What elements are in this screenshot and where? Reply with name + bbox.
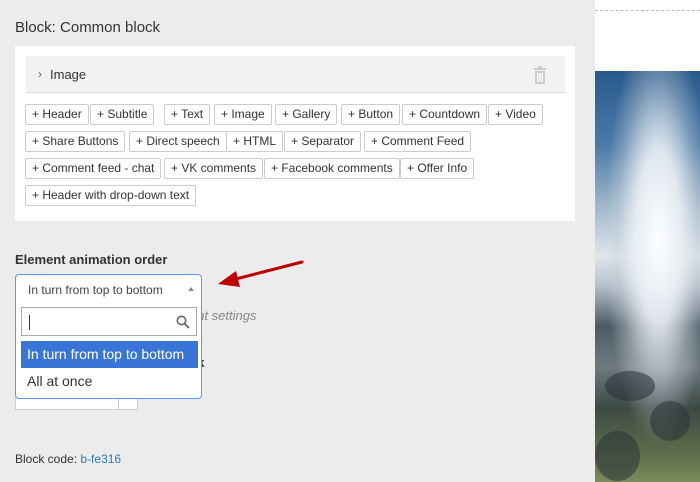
add-video-button[interactable]: + Video <box>488 104 543 125</box>
add-image-button[interactable]: + Image <box>214 104 272 125</box>
option-all-at-once[interactable]: All at once <box>21 368 198 395</box>
block-title: Block: Common block <box>15 19 161 36</box>
chevron-up-icon <box>188 287 194 291</box>
block-code: Block code: b-fe316 <box>15 452 121 466</box>
block-elements-card: › Image + Header + Subtitle + Text + Ima… <box>15 46 575 221</box>
animation-order-label: Element animation order <box>15 252 168 267</box>
add-comment-feed-chat-button[interactable]: + Comment feed - chat <box>25 158 162 179</box>
chevron-right-icon[interactable]: › <box>38 67 42 81</box>
add-html-button[interactable]: + HTML <box>226 131 284 152</box>
add-separator-button[interactable]: + Separator <box>284 131 362 152</box>
add-subtitle-button[interactable]: + Subtitle <box>90 104 155 125</box>
animation-order-select[interactable]: In turn from top to bottom <box>15 274 202 305</box>
trash-icon[interactable] <box>533 66 547 84</box>
block-code-link[interactable]: b-fe316 <box>80 452 121 466</box>
add-header-dropdown-button[interactable]: + Header with drop-down text <box>25 185 197 206</box>
option-in-turn[interactable]: In turn from top to bottom <box>21 341 198 368</box>
animation-order-dropdown: In turn from top to bottom All at once <box>15 304 202 399</box>
animation-order-value: In turn from top to bottom <box>28 283 163 297</box>
add-facebook-comments-button[interactable]: + Facebook comments <box>264 158 400 179</box>
image-element-label: Image <box>50 67 87 82</box>
image-element-row[interactable]: › Image <box>26 56 565 93</box>
add-offer-info-button[interactable]: + Offer Info <box>400 158 475 179</box>
add-text-button[interactable]: + Text <box>164 104 211 125</box>
dropdown-search-input[interactable] <box>21 307 197 336</box>
preview-panel <box>595 0 700 482</box>
add-share-buttons-button[interactable]: + Share Buttons <box>25 131 126 152</box>
block-code-label: Block code: <box>15 452 78 466</box>
text-caret <box>29 315 30 330</box>
add-header-button[interactable]: + Header <box>25 104 89 125</box>
settings-panel: Block: Common block › Image + Header + S… <box>0 0 595 482</box>
add-comment-feed-button[interactable]: + Comment Feed <box>364 131 472 152</box>
preview-landscape-image <box>595 71 700 482</box>
add-countdown-button[interactable]: + Countdown <box>402 104 488 125</box>
add-button-button[interactable]: + Button <box>341 104 401 125</box>
preview-divider <box>595 10 700 11</box>
annotation-arrow-icon <box>218 260 304 287</box>
search-icon <box>176 315 190 329</box>
add-direct-speech-button[interactable]: + Direct speech <box>129 131 227 152</box>
add-gallery-button[interactable]: + Gallery <box>275 104 338 125</box>
add-vk-comments-button[interactable]: + VK comments <box>164 158 264 179</box>
